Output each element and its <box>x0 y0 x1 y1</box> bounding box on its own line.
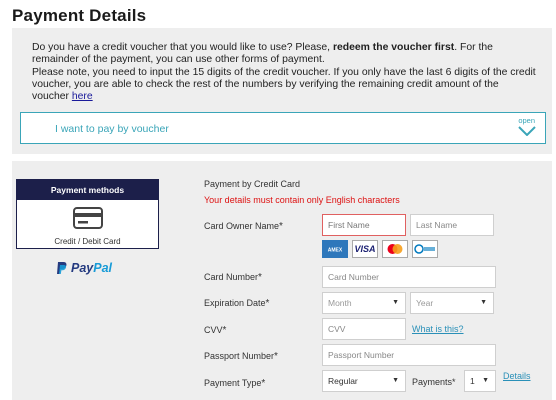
paypal-wordmark: PayPal <box>71 261 113 275</box>
last-name-input[interactable]: Last Name <box>410 214 494 236</box>
mastercard-icon <box>382 240 408 258</box>
credit-card-form-heading: Payment by Credit Card <box>204 179 301 189</box>
expiration-date-label: Expiration Date* <box>204 298 270 309</box>
details-link[interactable]: Details <box>503 371 531 381</box>
payments-label: Payments* <box>412 377 456 387</box>
expiration-year-select[interactable]: Year ▼ <box>410 292 494 314</box>
payment-section: Payment methods Credit / Debit Card PayP… <box>12 161 552 400</box>
voucher-open-label: open <box>518 116 535 125</box>
visa-icon: VISA <box>352 240 378 258</box>
payments-count-select[interactable]: 1 ▼ <box>464 370 496 392</box>
payment-type-select[interactable]: Regular ▼ <box>322 370 406 392</box>
voucher-section: Do you have a credit voucher that you wo… <box>12 28 552 154</box>
payment-method-credit-card[interactable]: Payment methods Credit / Debit Card <box>16 179 159 249</box>
credit-debit-card-label: Credit / Debit Card <box>54 237 121 246</box>
voucher-question: Do you have a credit voucher that you wo… <box>32 42 333 53</box>
first-name-input[interactable]: First Name <box>322 214 406 236</box>
diners-club-icon <box>412 240 438 258</box>
chevron-down-icon <box>518 126 536 136</box>
card-number-label: Card Number* <box>204 272 262 283</box>
expiration-month-select[interactable]: Month ▼ <box>322 292 406 314</box>
card-owner-name-label: Card Owner Name* <box>204 221 283 232</box>
voucher-note: Please note, you need to input the 15 di… <box>32 66 536 103</box>
paypal-logo-icon <box>57 262 67 274</box>
page-title: Payment Details <box>12 6 147 25</box>
payment-method-paypal[interactable]: PayPal <box>56 261 112 275</box>
what-is-this-link[interactable]: What is this? <box>412 324 464 334</box>
passport-number-input[interactable]: Passport Number <box>322 344 496 366</box>
card-brands: AMEX VISA <box>322 240 438 258</box>
svg-text:AMEX: AMEX <box>328 248 343 254</box>
credit-card-icon <box>73 207 103 229</box>
passport-number-label: Passport Number* <box>204 351 278 362</box>
english-characters-warning: Your details must contain only English c… <box>204 195 400 205</box>
cvv-label: CVV* <box>204 325 227 336</box>
payment-methods-header: Payment methods <box>17 180 158 200</box>
pay-by-voucher-label: I want to pay by voucher <box>55 123 169 135</box>
voucher-redeem-bold: redeem the voucher first <box>332 42 455 53</box>
amex-icon: AMEX <box>322 240 348 258</box>
cvv-input[interactable]: CVV <box>322 318 406 340</box>
payment-type-label: Payment Type* <box>204 378 266 389</box>
voucher-info-text: Do you have a credit voucher that you wo… <box>32 42 538 103</box>
card-number-input[interactable]: Card Number <box>322 266 496 288</box>
voucher-here-link[interactable]: here <box>72 91 93 102</box>
pay-by-voucher-toggle[interactable]: I want to pay by voucher open <box>20 112 546 144</box>
